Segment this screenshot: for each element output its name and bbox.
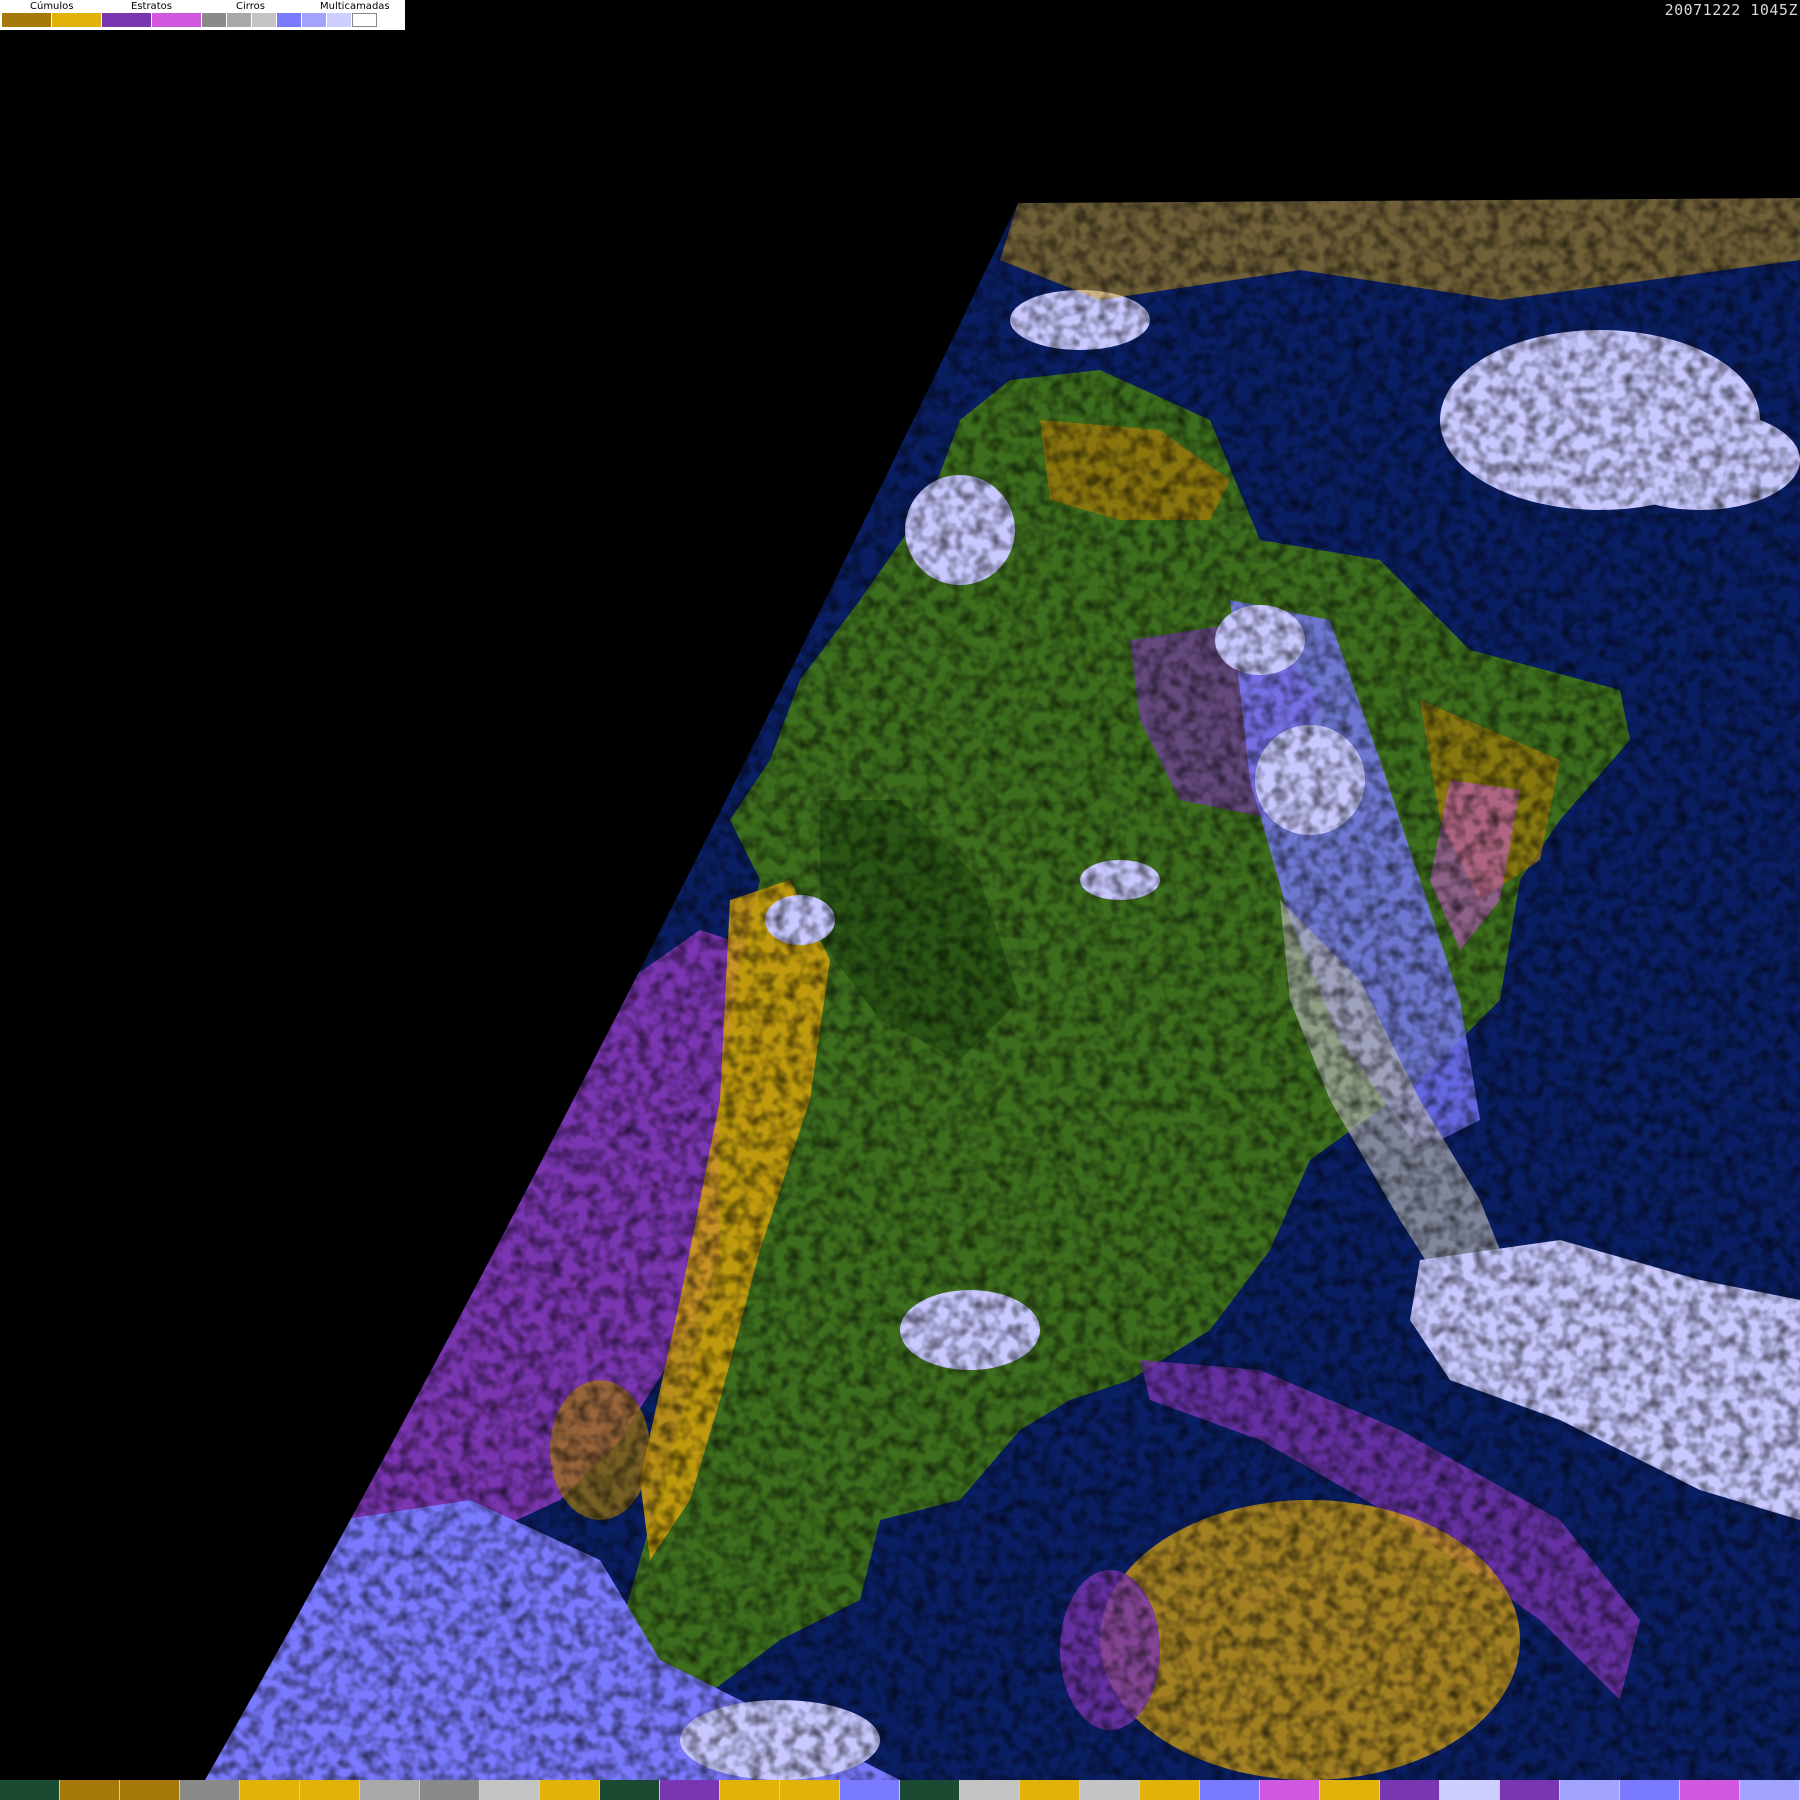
strip-cell bbox=[1020, 1780, 1080, 1800]
strip-cell bbox=[840, 1780, 900, 1800]
strip-cell bbox=[0, 1780, 60, 1800]
legend-swatch bbox=[2, 13, 52, 27]
legend-label-multilayer: Multicamadas bbox=[320, 1, 390, 12]
strip-cell bbox=[720, 1780, 780, 1800]
strip-cell bbox=[1440, 1780, 1500, 1800]
strip-cell bbox=[60, 1780, 120, 1800]
strip-cell bbox=[660, 1780, 720, 1800]
strip-cell bbox=[300, 1780, 360, 1800]
strip-cell bbox=[360, 1780, 420, 1800]
legend-swatch bbox=[252, 13, 277, 27]
strip-cell bbox=[1620, 1780, 1680, 1800]
texture-overlay bbox=[205, 198, 1800, 1780]
strip-cell bbox=[600, 1780, 660, 1800]
legend-swatch bbox=[352, 13, 377, 27]
legend-swatch bbox=[327, 13, 352, 27]
legend-label-cirrus: Cirros bbox=[236, 1, 265, 12]
strip-cell bbox=[960, 1780, 1020, 1800]
legend-swatch bbox=[202, 13, 227, 27]
strip-cell bbox=[480, 1780, 540, 1800]
strip-cell bbox=[420, 1780, 480, 1800]
legend-swatch bbox=[102, 13, 152, 27]
strip-cell bbox=[1740, 1780, 1800, 1800]
strip-cell bbox=[1380, 1780, 1440, 1800]
strip-cell bbox=[1140, 1780, 1200, 1800]
strip-cell bbox=[1500, 1780, 1560, 1800]
legend-swatches bbox=[2, 13, 377, 27]
strip-cell bbox=[780, 1780, 840, 1800]
strip-cell bbox=[900, 1780, 960, 1800]
legend-label-stratus: Estratos bbox=[131, 1, 172, 12]
image-timestamp: 20071222 1045Z bbox=[1664, 1, 1798, 19]
legend-label-cumulus: Cúmulos bbox=[30, 1, 74, 12]
cloud-type-legend: Cúmulos Estratos Cirros Multicamadas bbox=[0, 0, 405, 30]
bottom-color-strip bbox=[0, 1780, 1800, 1800]
strip-cell bbox=[1680, 1780, 1740, 1800]
legend-swatch bbox=[52, 13, 102, 27]
legend-swatch bbox=[302, 13, 327, 27]
strip-cell bbox=[1320, 1780, 1380, 1800]
legend-swatch bbox=[277, 13, 302, 27]
legend-swatch bbox=[152, 13, 202, 27]
legend-swatch bbox=[227, 13, 252, 27]
strip-cell bbox=[180, 1780, 240, 1800]
strip-cell bbox=[120, 1780, 180, 1800]
strip-cell bbox=[540, 1780, 600, 1800]
strip-cell bbox=[1200, 1780, 1260, 1800]
strip-cell bbox=[1080, 1780, 1140, 1800]
satellite-cloud-map bbox=[205, 198, 1800, 1780]
strip-cell bbox=[1560, 1780, 1620, 1800]
strip-cell bbox=[240, 1780, 300, 1800]
strip-cell bbox=[1260, 1780, 1320, 1800]
